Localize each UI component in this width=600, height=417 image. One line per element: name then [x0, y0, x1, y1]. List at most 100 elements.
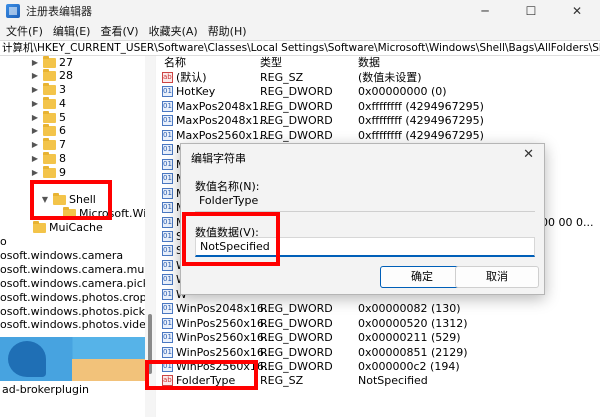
tree-item-3[interactable]: ▶ 3 [30, 83, 66, 97]
tree-item-shell[interactable]: ▼ Shell [40, 193, 96, 207]
tree-item-6[interactable]: ▶ 6 [30, 124, 66, 138]
value-type: REG_DWORD [260, 316, 333, 330]
binary-value-icon [162, 186, 173, 201]
value-name: FolderType [176, 374, 236, 388]
tree-item-brokerplugin[interactable]: ad-brokerplugin [0, 381, 145, 399]
list-header: 名称 类型 数据 [156, 56, 600, 70]
value-data: 0x000000c2 (194) [358, 360, 460, 373]
value-type: REG_DWORD [260, 99, 333, 113]
address-bar[interactable]: 计算机\HKEY_CURRENT_USER\Software\Classes\L… [0, 40, 600, 56]
folder-icon [53, 193, 66, 205]
cancel-button[interactable]: 取消 [455, 266, 539, 288]
tree-item-cut-0[interactable]: o [0, 235, 7, 249]
maximize-button[interactable]: ☐ [508, 0, 554, 22]
value-data: 0x00000211 (529) [358, 331, 461, 345]
folder-icon [43, 152, 56, 164]
value-type: REG_SZ [260, 374, 304, 388]
tree-item-camera[interactable]: osoft.windows.camera [0, 249, 123, 263]
chevron-right-icon[interactable]: ▶ [30, 124, 40, 138]
value-data-input[interactable]: NotSpecified [195, 237, 535, 257]
value-data: 0x00000082 (130) [358, 302, 461, 316]
table-row[interactable]: WinPos2560x16...REG_DWORD0x00000851 (212… [156, 345, 600, 360]
chevron-right-icon[interactable]: ▶ [30, 97, 40, 111]
chevron-right-icon[interactable]: ▶ [30, 152, 40, 166]
menu-edit[interactable]: 编辑(E) [48, 23, 96, 39]
value-data: NotSpecified [358, 374, 428, 388]
binary-value-icon [162, 272, 173, 287]
menu-help[interactable]: 帮助(H) [203, 23, 252, 39]
tree-item-8[interactable]: ▶ 8 [30, 152, 66, 166]
tree-item-microsoft-wi[interactable]: Microsoft.Wi [60, 207, 146, 221]
tree-item-camera-picker[interactable]: osoft.windows.camera.picker [0, 277, 154, 291]
value-type: REG_DWORD [260, 345, 333, 359]
binary-value-icon [162, 99, 173, 114]
value-name-field: FolderType [195, 192, 535, 212]
column-type-header[interactable]: 类型 [260, 56, 282, 70]
table-row[interactable]: WinPos2560x16...REG_DWORD0x00000211 (529… [156, 330, 600, 345]
value-type: REG_DWORD [260, 128, 333, 142]
binary-value-icon [162, 301, 173, 316]
binary-value-icon [162, 142, 173, 157]
tree-item-4[interactable]: ▶ 4 [30, 97, 66, 111]
tree-item-camera-multipick[interactable]: osoft.windows.camera.multipicl [0, 263, 154, 277]
tree-item-9[interactable]: ▶ 9 [30, 166, 66, 180]
dialog-close-icon[interactable]: ✕ [523, 147, 534, 162]
table-row[interactable]: MaxPos2048x1...REG_DWORD 0xffffffff (4294… [156, 113, 600, 128]
chevron-right-icon[interactable]: ▶ [30, 111, 40, 125]
binary-value-icon [162, 258, 173, 273]
binary-value-icon [162, 113, 173, 128]
table-row[interactable]: (默认) REG_SZ (数值未设置) [156, 70, 600, 85]
tree-item-28[interactable]: ▶ 28 [30, 69, 73, 83]
folder-icon [43, 69, 56, 81]
binary-value-icon [162, 359, 173, 374]
chevron-right-icon[interactable]: ▶ [30, 138, 40, 152]
chevron-right-icon[interactable]: ▶ [30, 69, 40, 83]
menu-file[interactable]: 文件(F) [0, 23, 48, 39]
table-row[interactable]: FolderType REG_SZ NotSpecified [156, 373, 600, 388]
ok-button[interactable]: 确定 [380, 266, 464, 288]
table-row[interactable]: MaxPos2560x1...REG_DWORD 0xffffffff (4294… [156, 128, 600, 143]
tree-item-photos-crop[interactable]: osoft.windows.photos.crop [0, 291, 147, 305]
table-row[interactable]: MaxPos2048x1...REG_DWORD 0xffffffff (4294… [156, 99, 600, 114]
folder-icon [43, 124, 56, 136]
registry-editor-icon [6, 4, 20, 18]
tree-item-27[interactable]: ▶ 27 [30, 56, 73, 70]
string-value-icon [162, 70, 173, 85]
chevron-right-icon[interactable]: ▶ [30, 83, 40, 97]
tree-scrollbar[interactable] [145, 56, 155, 417]
value-name: HotKey [176, 85, 216, 99]
chevron-right-icon[interactable]: ▶ [30, 166, 40, 180]
minimize-button[interactable]: ─ [462, 0, 508, 22]
binary-value-icon [162, 128, 173, 143]
binary-value-icon [162, 345, 173, 360]
window-title: 注册表编辑器 [26, 5, 92, 18]
table-row[interactable]: WinPos2048x16...REG_DWORD0x00000082 (130… [156, 301, 600, 316]
tree-item-muicache[interactable]: MuiCache [30, 221, 103, 235]
folder-icon [43, 111, 56, 123]
menu-favorites[interactable]: 收藏夹(A) [144, 23, 203, 39]
tree-item-photos-picker[interactable]: osoft.windows.photos.picker [0, 305, 154, 319]
table-row[interactable]: WinPos2560x16...REG_DWORD0x00000520 (131… [156, 316, 600, 331]
binary-value-icon [162, 157, 173, 172]
tree-item-5[interactable]: ▶ 5 [30, 111, 66, 125]
table-row[interactable]: WinPos2560x16...REG_DWORD0x000000c2 (194… [156, 359, 600, 374]
menu-view[interactable]: 查看(V) [95, 23, 143, 39]
binary-value-icon [162, 287, 173, 302]
value-data: 0x00000000 (0) [358, 85, 447, 99]
value-name: (默认) [176, 71, 207, 84]
column-data-header[interactable]: 数据 [358, 56, 380, 70]
value-type: REG_DWORD [260, 85, 333, 99]
value-name: MaxPos2048x1... [176, 114, 270, 128]
value-type: REG_DWORD [260, 360, 333, 373]
tree-scrollbar-thumb[interactable] [148, 314, 152, 374]
chevron-right-icon[interactable]: ▶ [30, 56, 40, 70]
binary-value-icon [162, 84, 173, 99]
chevron-down-icon[interactable]: ▼ [40, 193, 50, 207]
column-name-header[interactable]: 名称 [164, 56, 186, 70]
tree-item-7[interactable]: ▶ 7 [30, 138, 66, 152]
tree-item-photos-videoedit[interactable]: osoft.windows.photos.videoedi [0, 318, 154, 332]
binary-value-icon [162, 215, 173, 230]
table-row[interactable]: HotKey REG_DWORD 0x00000000 (0) [156, 84, 600, 99]
close-button[interactable]: ✕ [554, 0, 600, 22]
folder-icon [43, 97, 56, 109]
